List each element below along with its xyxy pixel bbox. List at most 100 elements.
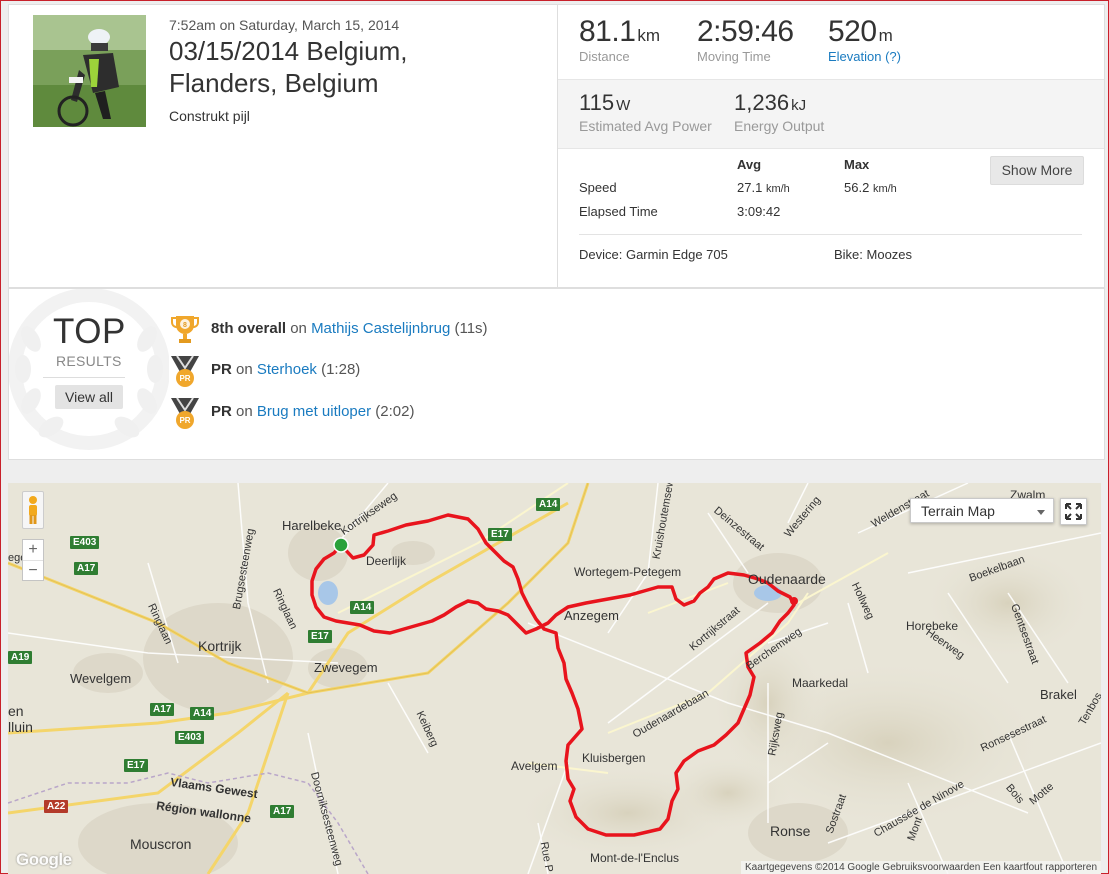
road-shield: E17 [488, 528, 512, 541]
max-header: Max [844, 157, 870, 172]
moving-time-stat: 2:59:46 Moving Time [697, 15, 794, 64]
activity-title: 03/15/2014 Belgium, Flanders, Belgium [169, 36, 408, 98]
map-type-label: Terrain Map [921, 503, 995, 519]
moving-time-label: Moving Time [697, 49, 771, 64]
segment-link[interactable]: Mathijs Castelijnbrug [311, 320, 450, 337]
map-label-kluisbergen: Kluisbergen [582, 751, 646, 765]
results-subheading: RESULTS [56, 353, 122, 369]
speed-max: 56.2 km/h [844, 180, 897, 195]
map-label-mouscron: Mouscron [130, 836, 192, 852]
elevation-stat: 520 m Elevation (?) [828, 15, 901, 64]
road-shield: E17 [308, 630, 332, 643]
map-label-deerlijk: Deerlijk [366, 554, 407, 568]
map-attribution[interactable]: Kaartgegevens ©2014 Google Gebruiksvoorw… [740, 861, 1101, 874]
activity-summary: 7:52am on Saturday, March 15, 2014 03/15… [9, 5, 558, 287]
distance-unit: km [637, 26, 661, 45]
speed-avg: 27.1 km/h [737, 180, 790, 195]
achievement-badge: PR [211, 361, 232, 378]
elapsed-time-value: 3:09:42 [737, 204, 781, 219]
distance-stat: 81.1 km Distance [579, 15, 660, 64]
achievement-badge: 8th overall [211, 320, 287, 337]
device-info: Device: Garmin Edge 705 [579, 247, 728, 262]
top-results-panel: TOP RESULTS View all 8 8th overall on Ma… [8, 288, 1105, 460]
pr-medal-icon: PR [171, 397, 199, 429]
energy-stat: 1,236 kJ Energy Output [734, 90, 824, 134]
fullscreen-button[interactable] [1060, 498, 1087, 525]
road-shield: A22 [44, 800, 69, 813]
secondary-stats: 115 W Estimated Avg Power 1,236 kJ Energy … [558, 79, 1104, 149]
map-type-select[interactable]: Terrain Map [910, 498, 1054, 523]
top-heading: TOP [53, 312, 126, 351]
road-shield: E403 [70, 536, 100, 549]
bike-info: Bike: Moozes [834, 247, 913, 262]
segment-time: (2:02) [375, 403, 415, 420]
route-map[interactable]: Harelbeke Deerlijk Kortrijk Zwevegem Wev… [8, 483, 1101, 874]
activity-header: 7:52am on Saturday, March 15, 2014 03/15… [8, 4, 1105, 288]
elevation-help-link[interactable]: Elevation (?) [828, 49, 901, 64]
pr-medal-icon: PR [171, 355, 199, 387]
elevation-value: 520 [828, 15, 877, 48]
start-marker[interactable] [333, 537, 349, 553]
road-shield: A14 [190, 707, 215, 720]
expand-icon [1065, 503, 1082, 520]
zoom-out-button[interactable]: − [23, 561, 43, 581]
map-label-mont-de-l-enclus: Mont-de-l'Enclus [590, 851, 679, 865]
view-all-button[interactable]: View all [55, 385, 123, 409]
map-label-oudenaarde: Oudenaarde [748, 571, 826, 587]
results-rule [43, 377, 125, 378]
elapsed-time-label: Elapsed Time [579, 204, 658, 219]
stats-divider [579, 234, 1082, 235]
power-value: 115 [579, 90, 615, 115]
zoom-in-button[interactable]: + [23, 540, 43, 560]
power-stat: 115 W Estimated Avg Power [579, 90, 712, 134]
chevron-down-icon [1037, 510, 1045, 515]
road-shield: A19 [8, 651, 33, 664]
power-label: Estimated Avg Power [579, 118, 712, 134]
map-label-wevelgem: Wevelgem [70, 671, 132, 686]
end-marker[interactable] [790, 597, 798, 605]
gear-name: Construkt pijl [169, 108, 250, 124]
trophy-icon: 8 [171, 316, 199, 343]
map-label-zwevegem: Zwevegem [314, 660, 378, 675]
athlete-avatar[interactable] [33, 15, 146, 127]
moving-time-value: 2:59:46 [697, 15, 794, 48]
achievement-badge: PR [211, 403, 232, 420]
road-shield: E403 [175, 731, 205, 744]
map-label-wortegem-petegem: Wortegem-Petegem [574, 565, 682, 579]
segment-link[interactable]: Sterhoek [257, 361, 317, 378]
road-shield: A17 [270, 805, 295, 818]
stats-panel: 81.1 km Distance 2:59:46 Moving Time 520 m… [558, 5, 1104, 287]
map-label-en: en [8, 703, 24, 719]
street-view-pegman-icon[interactable] [22, 491, 44, 529]
distance-value: 81.1 [579, 15, 636, 48]
map-label-anzegem: Anzegem [564, 608, 619, 623]
power-unit: W [616, 97, 631, 114]
show-more-button[interactable]: Show More [990, 156, 1084, 185]
map-canvas[interactable] [8, 483, 1101, 874]
road-shield: A14 [536, 498, 561, 511]
achievement-row: PR PR on Brug met uitloper (2:02) [169, 396, 414, 429]
svg-text:PR: PR [179, 416, 190, 425]
road-shield: A17 [74, 562, 99, 575]
road-shield: E17 [124, 759, 148, 772]
svg-text:PR: PR [179, 374, 190, 383]
distance-label: Distance [579, 49, 630, 64]
svg-text:8: 8 [183, 322, 187, 329]
energy-label: Energy Output [734, 118, 825, 134]
zoom-control[interactable]: + − [22, 539, 44, 581]
segment-link[interactable]: Brug met uitloper [257, 403, 371, 420]
segment-time: (1:28) [321, 361, 361, 378]
primary-stats: 81.1 km Distance 2:59:46 Moving Time 520 m… [558, 5, 1104, 78]
map-label-ronse: Ronse [770, 823, 811, 839]
achievement-row: 8 8th overall on Mathijs Castelijnbrug (… [169, 313, 488, 345]
activity-date: 7:52am on Saturday, March 15, 2014 [169, 17, 400, 33]
google-logo[interactable]: Google [16, 850, 72, 870]
energy-unit: kJ [791, 97, 807, 114]
map-label-harelbeke: Harelbeke [282, 518, 342, 533]
map-label-brakel: Brakel [1040, 687, 1077, 702]
elevation-unit: m [878, 26, 893, 45]
achievement-row: PR PR on Sterhoek (1:28) [169, 354, 360, 387]
map-label-maarkedal: Maarkedal [792, 676, 849, 690]
segment-time: (11s) [454, 320, 488, 337]
map-label-lluin: lluin [8, 719, 33, 735]
